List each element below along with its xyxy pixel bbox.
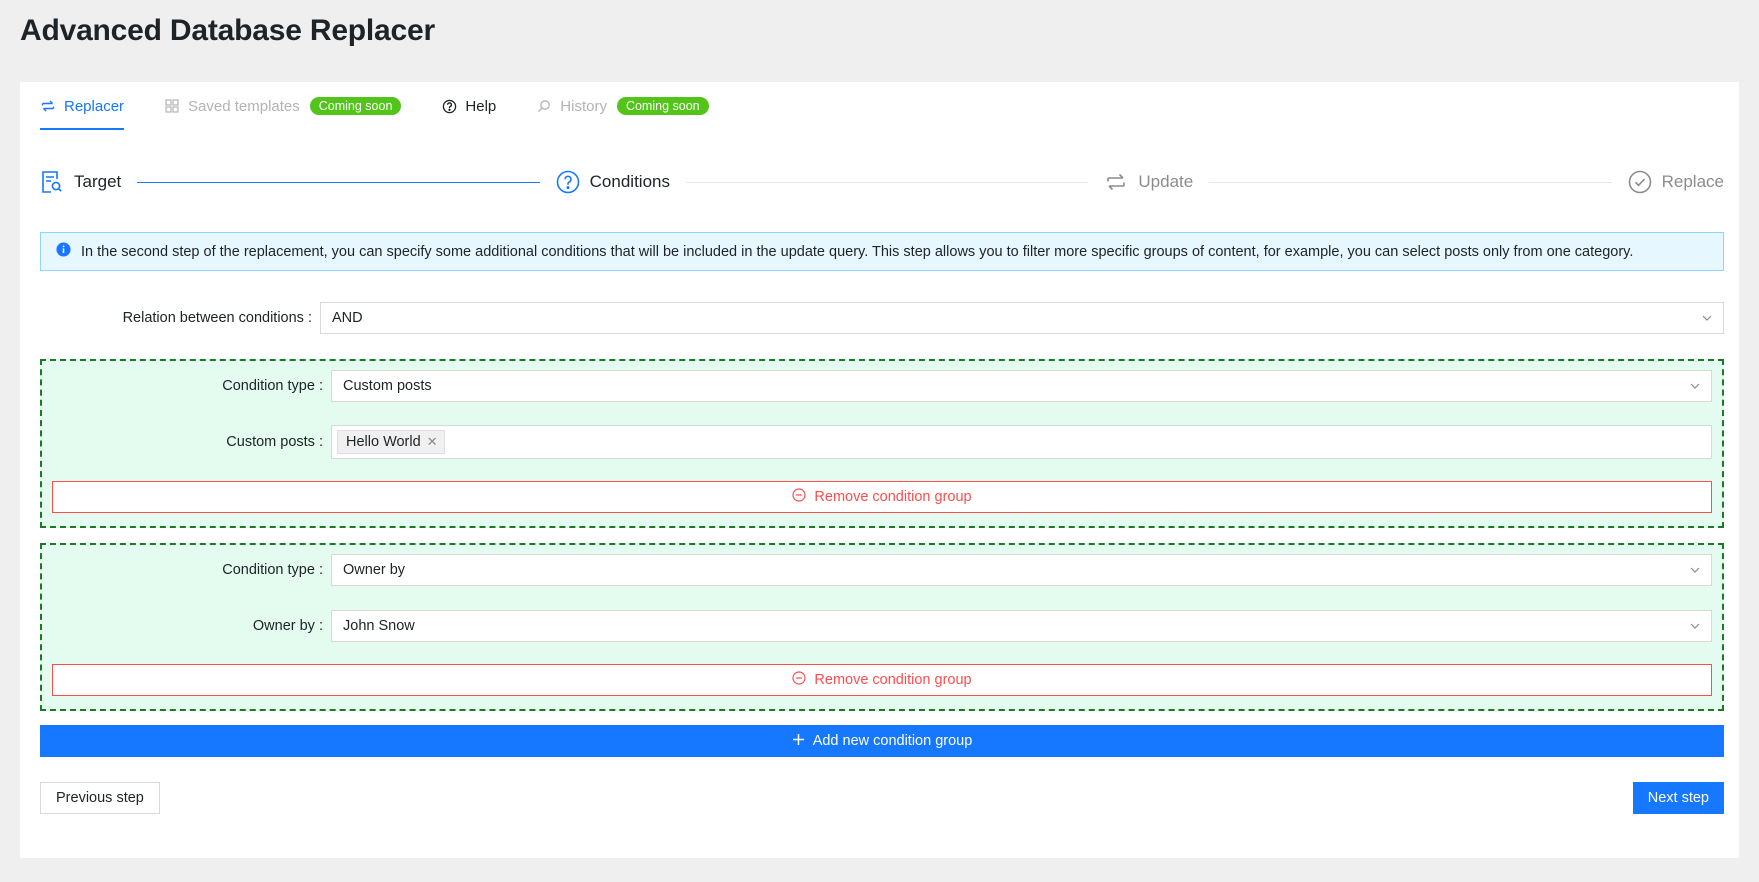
coming-soon-badge: Coming soon — [309, 97, 402, 115]
owner-by-label: Owner by : — [252, 618, 323, 634]
step-label: Target — [74, 172, 122, 191]
custom-posts-row: Custom posts : Hello World ✕ — [52, 425, 1712, 459]
step-update[interactable]: Update — [1104, 170, 1193, 194]
chevron-down-icon — [1689, 564, 1701, 576]
custom-posts-label: Custom posts : — [226, 434, 323, 450]
tab-label: History — [560, 97, 607, 115]
file-search-icon — [40, 170, 64, 194]
relation-label: Relation between conditions : — [122, 310, 312, 326]
swap-icon — [1104, 170, 1128, 194]
step-connector — [1209, 181, 1612, 183]
page-title: Advanced Database Replacer — [20, 14, 435, 47]
owner-by-select[interactable]: John Snow — [331, 610, 1712, 642]
remove-label: Remove condition group — [814, 489, 972, 505]
chevron-down-icon — [1689, 620, 1701, 632]
remove-condition-group-button[interactable]: Remove condition group — [52, 664, 1712, 696]
plus-icon — [792, 733, 805, 750]
question-circle-icon — [556, 170, 580, 194]
grid-icon — [164, 98, 180, 114]
chevron-down-icon — [1689, 380, 1701, 392]
question-icon — [441, 98, 457, 114]
search-icon — [536, 98, 552, 114]
condition-type-label: Condition type : — [222, 378, 323, 394]
tag-label: Hello World — [346, 434, 421, 450]
main-card: Target Conditions Update Replace In the … — [20, 130, 1739, 858]
next-step-button[interactable]: Next step — [1632, 782, 1724, 814]
relation-select[interactable]: AND — [320, 302, 1724, 334]
close-icon[interactable]: ✕ — [427, 434, 438, 450]
relation-value: AND — [332, 310, 363, 326]
selected-tag: Hello World ✕ — [337, 430, 445, 454]
tab-history: History Coming soon — [536, 82, 709, 130]
condition-group: Condition type : Owner by Owner by : Joh… — [40, 543, 1724, 711]
tab-label: Help — [465, 97, 497, 115]
tabs-bar: Replacer Saved templates Coming soon Hel… — [20, 82, 1739, 130]
condition-type-label: Condition type : — [222, 562, 323, 578]
condition-type-select[interactable]: Owner by — [331, 554, 1712, 586]
owner-by-row: Owner by : John Snow — [52, 610, 1712, 642]
swap-icon — [40, 98, 56, 114]
tab-label: Replacer — [64, 97, 125, 115]
minus-circle-icon — [792, 671, 807, 689]
owner-by-value: John Snow — [343, 618, 415, 634]
step-label: Update — [1138, 172, 1194, 191]
relation-row: Relation between conditions : AND — [40, 302, 1724, 334]
step-label: Conditions — [589, 172, 670, 191]
info-text: In the second step of the replacement, y… — [81, 243, 1634, 260]
remove-condition-group-button[interactable]: Remove condition group — [52, 481, 1712, 513]
step-replace[interactable]: Replace — [1628, 170, 1724, 194]
step-conditions[interactable]: Conditions — [556, 170, 670, 194]
step-label: Replace — [1661, 172, 1724, 191]
chevron-down-icon — [1701, 312, 1713, 324]
condition-type-row: Condition type : Custom posts — [52, 370, 1712, 402]
check-circle-icon — [1628, 170, 1652, 194]
add-condition-group-button[interactable]: Add new condition group — [40, 725, 1724, 757]
info-icon — [56, 242, 71, 261]
previous-step-button[interactable]: Previous step — [40, 782, 160, 814]
steps: Target Conditions Update Replace — [40, 166, 1724, 198]
condition-type-row: Condition type : Owner by — [52, 554, 1712, 586]
tab-help[interactable]: Help — [441, 82, 496, 130]
condition-type-select[interactable]: Custom posts — [331, 370, 1712, 402]
custom-posts-multiselect[interactable]: Hello World ✕ — [331, 425, 1712, 459]
add-group-label: Add new condition group — [812, 733, 973, 749]
tab-label: Saved templates — [188, 97, 300, 115]
info-alert: In the second step of the replacement, y… — [40, 232, 1724, 271]
step-connector — [685, 181, 1089, 183]
coming-soon-badge: Coming soon — [616, 97, 709, 115]
tab-saved-templates: Saved templates Coming soon — [164, 82, 402, 130]
remove-label: Remove condition group — [814, 672, 972, 688]
minus-circle-icon — [792, 488, 807, 506]
step-connector — [137, 181, 540, 183]
step-target[interactable]: Target — [40, 170, 121, 194]
condition-group: Condition type : Custom posts Custom pos… — [40, 359, 1724, 528]
condition-type-value: Owner by — [343, 562, 406, 578]
condition-type-value: Custom posts — [343, 378, 432, 394]
tab-replacer[interactable]: Replacer — [40, 82, 125, 130]
